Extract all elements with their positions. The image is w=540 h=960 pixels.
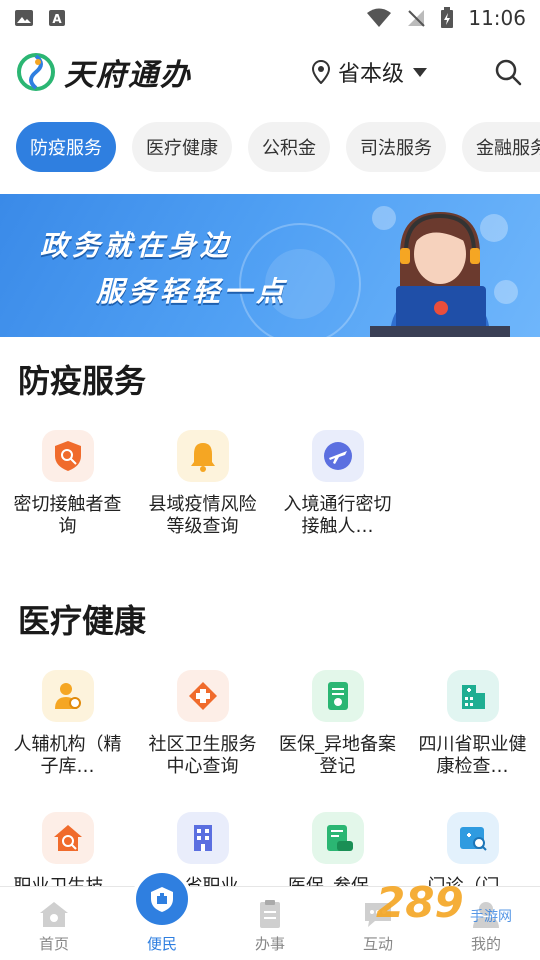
nav-home[interactable]: 首页 <box>0 887 108 960</box>
service-label: 四川省职业健康检查… <box>418 734 527 777</box>
nav-label: 办事 <box>254 935 285 953</box>
nav-label: 我的 <box>470 935 501 953</box>
convenience-icon <box>132 869 192 929</box>
house-search-icon <box>41 812 94 864</box>
dropdown-arrow-icon <box>413 68 428 77</box>
status-bar: A 11:06 <box>0 0 540 36</box>
promo-banner[interactable]: 政务就在身边 服务轻轻一点 <box>0 194 540 337</box>
home-icon <box>40 902 68 927</box>
service-label: 入境通行密切接触人… <box>283 494 392 537</box>
battery-charging-icon <box>441 7 454 28</box>
service-medical-insurance-filing[interactable]: 医保_异地备案登记 <box>270 670 405 778</box>
app-name: 天府通办 <box>64 58 192 93</box>
tab-finance[interactable]: 金融服务 <box>462 122 540 172</box>
service-close-contact-query[interactable]: 密切接触者查询 <box>0 430 135 538</box>
location-pin-icon <box>312 60 330 84</box>
customer-service-illustration <box>370 212 510 337</box>
airplane-icon <box>311 430 364 482</box>
service-community-health-center[interactable]: 社区卫生服务中心查询 <box>135 670 270 778</box>
medical-cross-icon <box>176 670 229 722</box>
svg-text:A: A <box>52 12 62 26</box>
service-occupational-health-check[interactable]: 四川省职业健康检查… <box>405 670 540 778</box>
medical-services-grid-row1: 人辅机构（精子库… 社区卫生服务中心查询 医保_异地备案登记 四川省职业健康检查… <box>0 670 540 778</box>
shield-search-icon <box>41 430 94 482</box>
wifi-icon <box>367 8 392 27</box>
nav-label: 首页 <box>38 935 69 953</box>
image-notification-icon <box>15 10 33 26</box>
site-watermark-sub: 手游网 <box>470 909 512 925</box>
nav-affairs[interactable]: 办事 <box>216 887 324 960</box>
banner-slogan-line2: 服务轻轻一点 <box>96 275 289 308</box>
service-assisted-reproduction[interactable]: 人辅机构（精子库… <box>0 670 135 778</box>
tab-judicial[interactable]: 司法服务 <box>346 122 446 172</box>
tab-epidemic[interactable]: 防疫服务 <box>16 122 116 172</box>
category-tabs: 防疫服务 医疗健康 公积金 司法服务 金融服务 <box>0 122 540 178</box>
doctor-search-icon <box>41 670 94 722</box>
app-header: 天府通办 省本级 <box>0 36 540 108</box>
clipboard-icon <box>260 900 280 928</box>
document-icon <box>311 670 364 722</box>
service-label: 社区卫生服务中心查询 <box>148 734 257 777</box>
section-title-medical: 医疗健康 <box>18 602 147 640</box>
service-county-risk-query[interactable]: 县域疫情风险等级查询 <box>135 430 270 538</box>
tab-housing-fund[interactable]: 公积金 <box>248 122 330 172</box>
banner-slogan-line1: 政务就在身边 <box>40 229 233 262</box>
calendar-search-icon <box>446 812 499 864</box>
app-logo: 天府通办 <box>16 50 192 94</box>
location-selector[interactable]: 省本级 <box>312 56 428 88</box>
location-label: 省本级 <box>338 62 405 87</box>
service-label: 县域疫情风险等级查询 <box>148 494 257 537</box>
building-icon <box>176 812 229 864</box>
service-label: 密切接触者查询 <box>13 494 122 537</box>
bell-alert-icon <box>176 430 229 482</box>
no-signal-icon <box>408 10 426 27</box>
epidemic-services-grid: 密切接触者查询 县域疫情风险等级查询 入境通行密切接触人… <box>0 430 540 538</box>
nav-label: 互动 <box>362 935 393 953</box>
search-icon[interactable] <box>494 58 522 86</box>
hospital-icon <box>446 670 499 722</box>
logo-mark-icon <box>17 53 55 91</box>
nav-convenience[interactable]: 便民 <box>108 869 216 960</box>
text-notification-icon: A <box>49 10 65 26</box>
clock: 11:06 <box>468 6 526 30</box>
tab-medical[interactable]: 医疗健康 <box>132 122 232 172</box>
service-label: 医保_异地备案登记 <box>279 734 396 777</box>
service-entry-close-contact[interactable]: 入境通行密切接触人… <box>270 430 405 538</box>
insurance-card-icon <box>311 812 364 864</box>
service-label: 人辅机构（精子库… <box>13 734 122 777</box>
site-watermark: 289 <box>376 878 464 927</box>
nav-label: 便民 <box>146 935 177 953</box>
section-title-epidemic: 防疫服务 <box>18 362 147 400</box>
